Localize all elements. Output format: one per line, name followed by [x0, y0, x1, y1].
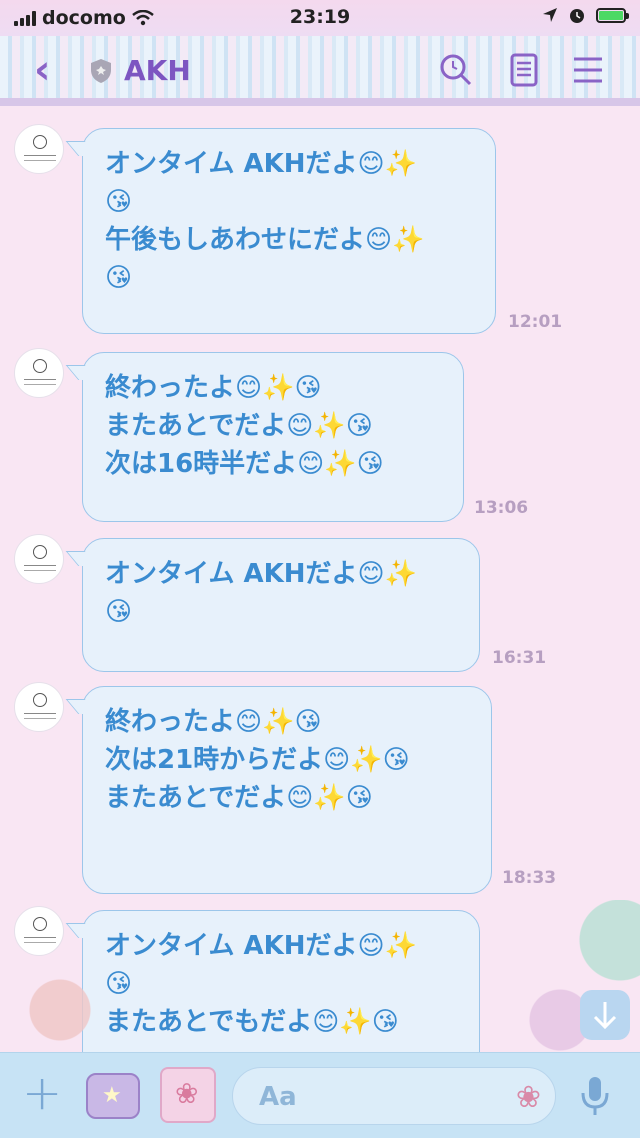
avatar[interactable] — [14, 124, 64, 174]
chat-header: ‹ AKH — [0, 36, 640, 106]
avatar[interactable] — [14, 682, 64, 732]
message-line: 終わったよ😊✨😘 — [105, 707, 322, 737]
chat-area[interactable]: オンタイム AKHだよ😊✨ 😘 午後もしあわせにだよ😊✨ 😘 12:01 終わっ… — [0, 114, 640, 1052]
battery-icon — [596, 7, 629, 23]
message-time: 18:33 — [502, 868, 557, 888]
message-line: 次は16時半だよ😊✨😘 — [105, 449, 384, 479]
message-bubble[interactable]: オンタイム AKHだよ😊✨ 😘 午後もしあわせにだよ😊✨ 😘 — [82, 128, 496, 334]
status-right — [542, 6, 629, 24]
message-line: オンタイム AKHだよ😊✨ — [105, 931, 418, 961]
message-line: 終わったよ😊✨😘 — [105, 373, 322, 403]
message-line: 😘 — [105, 187, 133, 217]
mic-icon[interactable] — [580, 1075, 610, 1117]
message-bubble[interactable]: オンタイム AKHだよ😊✨ 😘 — [82, 538, 480, 672]
message-bubble[interactable]: オンタイム AKHだよ😊✨ 😘 またあとでもだよ😊✨😘 — [82, 910, 480, 1052]
message-time: 16:31 — [492, 648, 547, 668]
message-line: 😘 — [105, 597, 133, 627]
message-line: オンタイム AKHだよ😊✨ — [105, 559, 418, 589]
input-bar: + Aa ❀ — [0, 1052, 640, 1138]
notes-icon[interactable] — [506, 52, 542, 88]
chat-title: AKH — [124, 54, 191, 87]
message-bubble[interactable]: 終わったよ😊✨😘 次は21時からだよ😊✨😘 またあとでだよ😊✨😘 — [82, 686, 492, 894]
shield-icon — [91, 59, 111, 83]
alarm-icon — [570, 9, 584, 23]
avatar[interactable] — [14, 534, 64, 584]
input-placeholder: Aa — [259, 1082, 297, 1112]
message-line: またあとでだよ😊✨😘 — [105, 783, 373, 813]
avatar[interactable] — [14, 906, 64, 956]
arrow-down-icon — [593, 1002, 617, 1030]
back-icon[interactable]: ‹ — [34, 50, 50, 90]
menu-icon[interactable] — [570, 52, 606, 88]
message-time: 12:01 — [508, 312, 563, 332]
plus-icon[interactable]: + — [22, 1069, 62, 1117]
status-bar: docomo 23:19 — [0, 0, 640, 36]
message-line: 午後もしあわせにだよ😊✨ — [105, 225, 425, 255]
message-line: 😘 — [105, 969, 133, 999]
search-icon[interactable] — [438, 52, 474, 88]
message-line: またあとでもだよ😊✨😘 — [105, 1007, 399, 1037]
emoji-icon[interactable]: ❀ — [516, 1080, 541, 1115]
message-time: 13:06 — [474, 498, 529, 518]
camera-icon[interactable] — [86, 1073, 140, 1119]
message-line: またあとでだよ😊✨😘 — [105, 411, 373, 441]
scroll-down-button[interactable] — [580, 990, 630, 1040]
location-arrow-icon — [543, 8, 557, 22]
message-bubble[interactable]: 終わったよ😊✨😘 またあとでだよ😊✨😘 次は16時半だよ😊✨😘 — [82, 352, 464, 522]
message-input[interactable]: Aa ❀ — [232, 1067, 556, 1125]
message-line: オンタイム AKHだよ😊✨ — [105, 149, 418, 179]
message-line: 😘 — [105, 263, 133, 293]
message-line: 次は21時からだよ😊✨😘 — [105, 745, 410, 775]
avatar[interactable] — [14, 348, 64, 398]
sticker-icon[interactable] — [160, 1067, 216, 1123]
